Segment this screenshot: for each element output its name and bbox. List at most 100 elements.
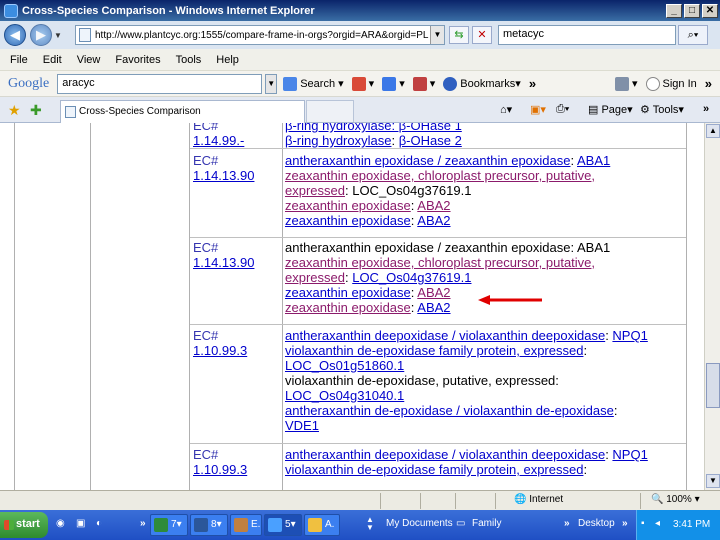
menu-edit[interactable]: Edit <box>43 54 62 66</box>
tools-menu-button[interactable]: ⚙ Tools▾ <box>640 103 684 116</box>
taskbar-excel[interactable]: 7▾ <box>150 514 188 536</box>
gene-link[interactable]: NPQ1 <box>612 328 647 343</box>
ec-number[interactable]: EC# 1.14.13.90 <box>193 240 281 270</box>
back-icon[interactable]: ◀ <box>4 24 26 46</box>
gene-link[interactable]: LOC_Os01g51860.1 <box>285 358 404 373</box>
quicklaunch-media-icon[interactable]: ◐ <box>96 518 102 529</box>
menu-help[interactable]: Help <box>216 54 239 66</box>
gene-link[interactable]: expressed <box>285 270 345 285</box>
taskbar-internet-explorer[interactable]: 5▾ <box>264 514 302 536</box>
gene-link[interactable]: antheraxanthin deepoxidase / violaxanthi… <box>285 328 605 343</box>
clock[interactable]: 3:41 PM <box>673 519 710 530</box>
taskbar-paint[interactable]: E. <box>230 514 262 536</box>
desktop-toolbar-label[interactable]: Desktop <box>578 518 615 529</box>
print-icon[interactable]: ⎙▾ <box>556 103 569 116</box>
maximize-button[interactable]: □ <box>684 3 700 18</box>
page-menu-button[interactable]: ▤ Page▾ <box>588 103 633 116</box>
home-icon[interactable]: ⌂▾ <box>500 103 512 116</box>
address-field[interactable]: http://www.plantcyc.org:1555/compare-fra… <box>75 25 445 45</box>
gene-link[interactable]: antheraxanthin de-epoxidase / violaxanth… <box>285 403 614 418</box>
my-documents-link[interactable]: My Documents <box>386 518 453 529</box>
toolbar-more-chevron[interactable]: » <box>705 76 712 91</box>
gene-link[interactable]: ABA2 <box>417 213 450 228</box>
menu-tools[interactable]: Tools <box>176 54 202 66</box>
quicklaunch-more-chevron[interactable]: » <box>140 518 146 529</box>
gene-link[interactable]: NPQ1 <box>612 447 647 462</box>
gene-link[interactable]: violaxanthin de-epoxidase family protein… <box>285 462 583 477</box>
ec-number-link[interactable]: 1.14.99.- <box>193 133 281 148</box>
live-search-input[interactable]: metacyc <box>498 25 676 45</box>
zoom-control[interactable]: 🔍 100% ▾ <box>651 494 700 505</box>
ec-number[interactable]: EC# 1.14.13.90 <box>193 153 281 183</box>
ec-number-link[interactable]: 1.14.13.90 <box>193 255 281 270</box>
gene-link[interactable]: β-OHase 2 <box>399 133 462 148</box>
tab-row-more-chevron[interactable]: » <box>703 103 709 115</box>
gene-link[interactable]: VDE1 <box>285 418 319 433</box>
gene-link[interactable]: violaxanthin de-epoxidase family protein… <box>285 343 583 358</box>
security-zone[interactable]: 🌐 Internet <box>514 494 563 505</box>
scroll-down-icon[interactable]: ▼ <box>706 474 720 488</box>
ec-number-link[interactable]: 1.10.99.3 <box>193 462 281 477</box>
taskbar-folder[interactable]: A. <box>304 514 340 536</box>
url-text[interactable]: http://www.plantcyc.org:1555/compare-fra… <box>95 30 430 41</box>
quicklaunch-desktop-icon[interactable]: ▣ <box>76 518 85 529</box>
menu-view[interactable]: View <box>77 54 101 66</box>
ec-number[interactable]: EC# 1.10.99.3 <box>193 328 281 358</box>
plus-button[interactable]: ▾ <box>382 76 405 91</box>
more-chevron[interactable]: » <box>529 76 536 91</box>
volume-icon[interactable]: ◂ <box>655 518 660 529</box>
gene-link[interactable]: expressed <box>285 183 345 198</box>
toolbar-more-chevron[interactable]: » <box>564 518 570 529</box>
taskbar-word[interactable]: 8▾ <box>190 514 228 536</box>
scroll-up-icon[interactable]: ▲ <box>706 124 720 138</box>
close-button[interactable]: ✕ <box>702 3 718 18</box>
gene-link[interactable]: zeaxanthin epoxidase, chloroplast precur… <box>285 255 595 270</box>
scroll-thumb[interactable] <box>706 363 720 408</box>
stop-icon[interactable]: ✕ <box>472 26 492 44</box>
feeds-icon[interactable]: ▣▾ <box>530 103 546 116</box>
refresh-icon[interactable]: ⇆ <box>449 26 469 44</box>
menu-file[interactable]: File <box>10 54 28 66</box>
family-folder-link[interactable]: Family <box>472 518 501 529</box>
gene-link[interactable]: LOC_Os04g31040.1 <box>285 388 404 403</box>
gene-link[interactable]: ABA1 <box>577 153 610 168</box>
ec-number[interactable]: EC# 1.14.99.- <box>193 123 281 148</box>
search-go-icon[interactable]: ⌕▾ <box>678 25 708 45</box>
gene-link[interactable]: zeaxanthin epoxidase <box>285 213 411 228</box>
desktop-more-chevron[interactable]: » <box>622 518 628 529</box>
gene-link[interactable]: β-ring hydroxylase: β-OHase 1 <box>285 123 462 133</box>
menu-favorites[interactable]: Favorites <box>115 54 160 66</box>
gene-link[interactable]: LOC_Os04g37619.1 <box>352 270 471 285</box>
quicklaunch-ie-icon[interactable]: ◉ <box>56 518 65 529</box>
share-button[interactable]: ▾ <box>351 76 374 91</box>
settings-wrench-button[interactable]: ▾ <box>614 76 638 91</box>
gene-link[interactable]: ABA2 <box>417 285 450 300</box>
tab-cross-species-comparison[interactable]: Cross-Species Comparison <box>60 100 305 123</box>
chevron-down-icon[interactable]: ▼ <box>265 73 278 94</box>
bookmarks-button[interactable]: Bookmarks ▾ <box>443 76 521 91</box>
google-search-input[interactable]: aracyc <box>57 73 263 94</box>
gene-link[interactable]: antheraxanthin deepoxidase / violaxanthi… <box>285 447 605 462</box>
ec-number-link[interactable]: 1.14.13.90 <box>193 168 281 183</box>
gene-link[interactable]: antheraxanthin epoxidase / zeaxanthin ep… <box>285 153 571 168</box>
gene-link[interactable]: ABA2 <box>417 198 450 213</box>
history-dropdown-icon[interactable]: ▼ <box>54 31 62 40</box>
new-tab-button[interactable] <box>306 100 354 122</box>
gene-link[interactable]: zeaxanthin epoxidase <box>285 198 411 213</box>
gene-link[interactable]: zeaxanthin epoxidase <box>285 300 411 315</box>
add-favorite-icon[interactable]: ✚ <box>30 102 42 119</box>
favorites-star-icon[interactable]: ★ <box>8 102 21 119</box>
ec-number-link[interactable]: 1.10.99.3 <box>193 343 281 358</box>
gene-link[interactable]: zeaxanthin epoxidase <box>285 285 411 300</box>
gene-link[interactable]: zeaxanthin epoxidase, chloroplast precur… <box>285 168 595 183</box>
start-button[interactable]: start <box>0 512 48 538</box>
gene-link[interactable]: β-ring hydroxylase <box>285 133 391 148</box>
vertical-scrollbar[interactable]: ▲ ▼ <box>704 123 720 490</box>
chevron-down-icon[interactable]: ▼ <box>430 26 444 44</box>
ec-number[interactable]: EC# 1.10.99.3 <box>193 447 281 477</box>
forward-icon[interactable]: ▶ <box>30 24 52 46</box>
sign-in-button[interactable]: Sign In <box>645 76 697 91</box>
popup-blocker-button[interactable]: ▾ <box>412 76 435 91</box>
toolbar-scroll-icon[interactable]: ▲ ▼ <box>366 516 374 532</box>
gene-link[interactable]: ABA2 <box>417 300 450 315</box>
